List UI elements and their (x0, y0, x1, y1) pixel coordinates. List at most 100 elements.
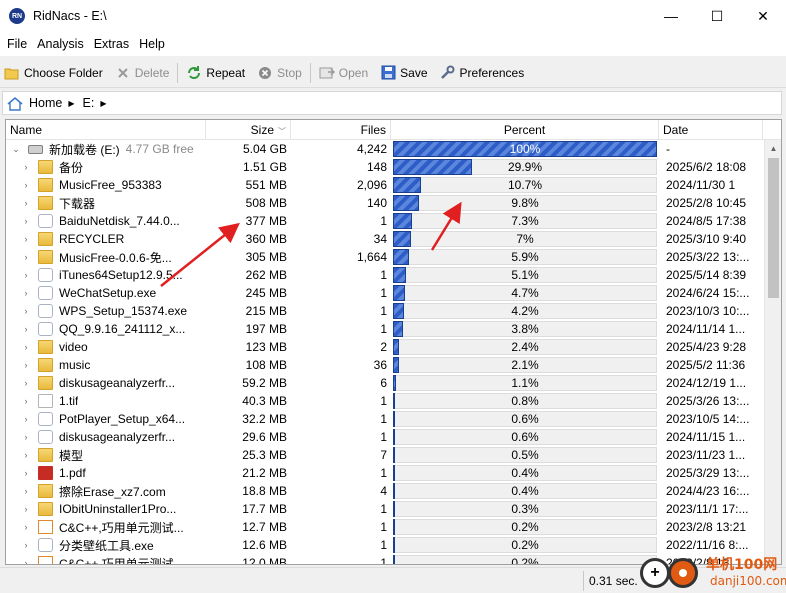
maximize-button[interactable]: ☐ (694, 0, 740, 32)
chevron-right-icon[interactable]: ▶ (68, 99, 74, 108)
row-percent: 7.3% (391, 212, 659, 230)
table-row[interactable]: › 擦除Erase_xz7.com 18.8 MB 4 0.4% 2024/4/23 16… (6, 482, 763, 500)
table-row[interactable]: › 模型 25.3 MB 7 0.5% 2023/11/23 1... (6, 446, 763, 464)
collapse-icon[interactable]: ⌄ (10, 144, 22, 155)
breadcrumb[interactable]: Home ▶ E: ▶ (2, 91, 782, 115)
expand-icon[interactable]: › (20, 450, 32, 460)
row-files: 36 (373, 358, 387, 372)
row-size: 377 MB (245, 214, 287, 228)
minimize-button[interactable]: — (648, 0, 694, 32)
expand-icon[interactable]: › (20, 396, 32, 406)
table-row[interactable]: › diskusageanalyzerfr... 29.6 MB 1 0.6% 2024/… (6, 428, 763, 446)
expand-icon[interactable]: › (20, 486, 32, 496)
choose-folder-button[interactable]: Choose Folder (4, 65, 103, 81)
table-row[interactable]: › MusicFree_953383 551 MB 2,096 10.7% 2024/11… (6, 176, 763, 194)
preferences-label: Preferences (459, 65, 525, 80)
home-icon[interactable] (7, 96, 23, 111)
expand-icon[interactable]: › (20, 468, 32, 478)
close-button[interactable]: ✕ (740, 0, 786, 32)
expand-icon[interactable]: › (20, 198, 32, 208)
save-button[interactable]: Save (380, 65, 428, 81)
row-name: 模型 (59, 448, 84, 463)
table-row[interactable]: › BaiduNetdisk_7.44.0... 377 MB 1 7.3% 2024/8… (6, 212, 763, 230)
row-percent: 29.9% (391, 158, 659, 176)
breadcrumb-drive[interactable]: E: (83, 96, 95, 110)
choose-folder-label: Choose Folder (24, 65, 103, 80)
row-files: 7 (380, 448, 387, 462)
table-row[interactable]: › IObitUninstaller1Pro... 17.7 MB 1 0.3% 2023… (6, 500, 763, 518)
exe-icon (38, 214, 53, 228)
row-size: 1.51 GB (242, 160, 287, 174)
expand-icon[interactable]: › (20, 504, 32, 514)
expand-icon[interactable]: › (20, 324, 32, 334)
menu-file[interactable]: File (2, 37, 32, 51)
expand-icon[interactable]: › (20, 540, 32, 550)
expand-icon[interactable]: › (20, 162, 32, 172)
row-date: - (666, 142, 670, 156)
table-row[interactable]: › MusicFree-0.0.6-免... 305 MB 1,664 5.9% 2025… (6, 248, 763, 266)
breadcrumb-home[interactable]: Home (29, 96, 62, 110)
table-row[interactable]: › 备份 1.51 GB 148 29.9% 2025/6/2 18:08 (6, 158, 763, 176)
table-row[interactable]: › C&C++,巧用单元测试... 12.7 MB 1 0.2% 2023/2/8 13:… (6, 518, 763, 536)
row-date: 2023/2/8 13:21 (666, 520, 747, 534)
row-name: music (59, 358, 91, 372)
stop-button[interactable]: Stop (257, 65, 302, 81)
scroll-thumb[interactable] (768, 158, 779, 298)
column-date[interactable]: Date (659, 120, 763, 140)
table-row[interactable]: › PotPlayer_Setup_x64... 32.2 MB 1 0.6% 2023/… (6, 410, 763, 428)
row-percent: 2.1% (391, 356, 659, 374)
table-row[interactable]: › music 108 MB 36 2.1% 2025/5/2 11:36 (6, 356, 763, 374)
row-size: 32.2 MB (242, 412, 287, 426)
expand-icon[interactable]: › (20, 522, 32, 532)
row-size: 12.6 MB (242, 538, 287, 552)
table-row[interactable]: › 1.tif 40.3 MB 1 0.8% 2025/3/26 13:... (6, 392, 763, 410)
table-row[interactable]: › WeChatSetup.exe 245 MB 1 4.7% 2024/6/24 15:… (6, 284, 763, 302)
vertical-scrollbar[interactable]: ▲ (764, 140, 781, 564)
expand-icon[interactable]: › (20, 360, 32, 370)
row-name: 新加载卷 (E:) (49, 142, 120, 157)
column-percent[interactable]: Percent (391, 120, 659, 140)
column-size[interactable]: Size ﹀ (206, 120, 291, 140)
expand-icon[interactable]: › (20, 432, 32, 442)
expand-icon[interactable]: › (20, 558, 32, 564)
scroll-up-icon[interactable]: ▲ (765, 140, 781, 157)
preferences-button[interactable]: Preferences (440, 65, 525, 81)
column-files[interactable]: Files (291, 120, 391, 140)
menu-extras[interactable]: Extras (89, 37, 134, 51)
table-row[interactable]: › 下载器 508 MB 140 9.8% 2025/2/8 10:45 (6, 194, 763, 212)
expand-icon[interactable]: › (20, 216, 32, 226)
row-size: 508 MB (245, 196, 287, 210)
table-row[interactable]: › video 123 MB 2 2.4% 2025/4/23 9:28 (6, 338, 763, 356)
repeat-button[interactable]: Repeat (186, 65, 245, 81)
chevron-right-icon[interactable]: ▶ (100, 99, 106, 108)
expand-icon[interactable]: › (20, 234, 32, 244)
folder-icon (38, 448, 53, 462)
watermark-site: danji100.com (710, 574, 786, 588)
menu-analysis[interactable]: Analysis (32, 37, 89, 51)
table-row[interactable]: › QQ_9.9.16_241112_x... 197 MB 1 3.8% 2024/11… (6, 320, 763, 338)
expand-icon[interactable]: › (20, 378, 32, 388)
table-row[interactable]: › RECYCLER 360 MB 34 7% 2025/3/10 9:40 (6, 230, 763, 248)
expand-icon[interactable]: › (20, 414, 32, 424)
expand-icon[interactable]: › (20, 288, 32, 298)
row-percent: 0.2% (391, 554, 659, 565)
expand-icon[interactable]: › (20, 252, 32, 262)
expand-icon[interactable]: › (20, 270, 32, 280)
delete-button[interactable]: Delete (115, 65, 170, 81)
menu-help[interactable]: Help (134, 37, 170, 51)
table-row[interactable]: › WPS_Setup_15374.exe 215 MB 1 4.2% 2023/10/3… (6, 302, 763, 320)
table-row[interactable]: › diskusageanalyzerfr... 59.2 MB 6 1.1% 2024/… (6, 374, 763, 392)
table-row[interactable]: › 1.pdf 21.2 MB 1 0.4% 2025/3/29 13:... (6, 464, 763, 482)
row-files: 1 (380, 394, 387, 408)
row-name: diskusageanalyzerfr... (59, 376, 176, 390)
expand-icon[interactable]: › (20, 342, 32, 352)
expand-icon[interactable]: › (20, 180, 32, 190)
column-name[interactable]: Name (6, 120, 206, 140)
table-row-root[interactable]: ⌄ 新加载卷 (E:) 4.77 GB free 5.04 GB 4,242 1… (6, 140, 763, 158)
delete-label: Delete (134, 65, 170, 80)
open-button[interactable]: Open (319, 65, 368, 81)
percent-label: 0.2% (511, 556, 539, 565)
expand-icon[interactable]: › (20, 306, 32, 316)
table-row[interactable]: › iTunes64Setup12.9.5... 262 MB 1 5.1% 2025/5… (6, 266, 763, 284)
row-name: MusicFree-0.0.6-免... (59, 250, 172, 265)
